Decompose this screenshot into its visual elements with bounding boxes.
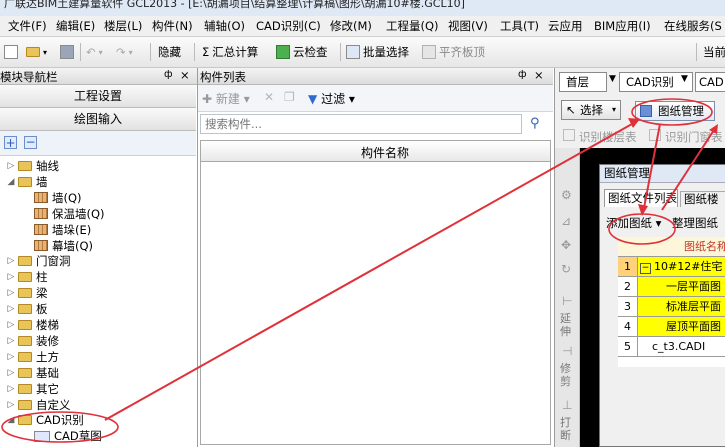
annotation-circle-add-drawing [608,213,676,245]
annotation-circle-cad [1,411,119,443]
annotation-arrow-down [643,123,661,209]
annotation-arrowhead-mgmt [628,118,640,128]
annotation-arrow-to-mgmt [104,123,633,421]
annotation-circle-drawing-mgmt [631,98,713,126]
annotation-arrow-up [661,129,715,211]
annotation-overlay [1,98,718,443]
